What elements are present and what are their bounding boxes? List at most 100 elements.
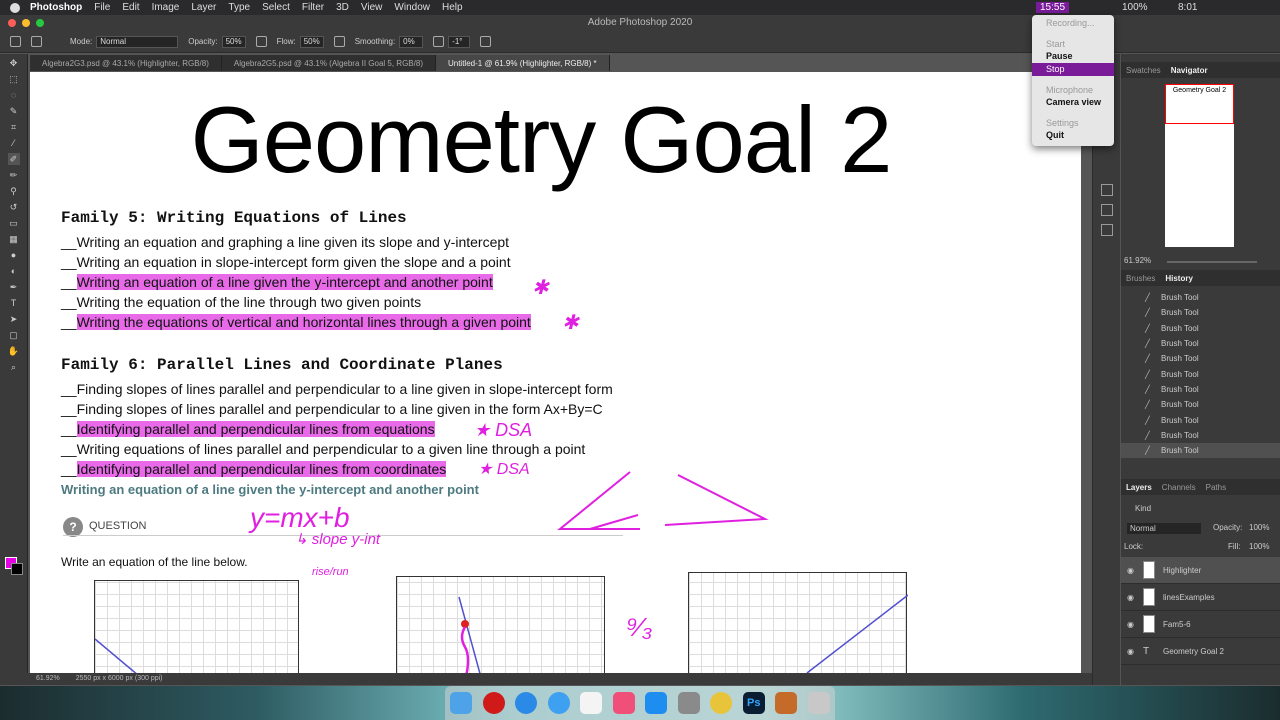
tab-untitled-1[interactable]: Untitled-1 @ 61.9% (Highlighter, RGB/8) … bbox=[435, 55, 610, 71]
visibility-eye-icon[interactable]: ◉ bbox=[1127, 647, 1137, 656]
menu-layer[interactable]: Layer bbox=[191, 2, 216, 13]
rectangle-tool-icon[interactable]: ▢ bbox=[8, 329, 20, 341]
flow-field[interactable]: 50% bbox=[299, 35, 324, 48]
pressure-opacity-icon[interactable] bbox=[255, 36, 267, 47]
mode-select[interactable]: Normal bbox=[96, 35, 179, 48]
layer-row[interactable]: ◉ Fam5-6 bbox=[1121, 611, 1280, 638]
menu-quit[interactable]: Quit bbox=[1032, 129, 1114, 142]
opera-icon[interactable] bbox=[482, 692, 505, 714]
visibility-eye-icon[interactable]: ◉ bbox=[1127, 593, 1137, 602]
messages-icon[interactable] bbox=[547, 692, 570, 714]
airbrush-icon[interactable] bbox=[333, 36, 345, 47]
menu-image[interactable]: Image bbox=[152, 2, 180, 13]
tab-channels[interactable]: Channels bbox=[1157, 483, 1201, 492]
tab-algebra2g3[interactable]: Algebra2G3.psd @ 43.1% (Highlighter, RGB… bbox=[30, 55, 222, 71]
history-brush-icon[interactable]: ↺ bbox=[8, 201, 20, 213]
zoom-icon[interactable] bbox=[36, 19, 44, 27]
history-item[interactable]: ╱ Brush Tool bbox=[1121, 366, 1280, 381]
layer-row[interactable]: ◉ linesExamples bbox=[1121, 584, 1280, 611]
visibility-eye-icon[interactable]: ◉ bbox=[1127, 620, 1137, 629]
tab-history[interactable]: History bbox=[1160, 274, 1198, 283]
tab-algebra2g5[interactable]: Algebra2G5.psd @ 43.1% (Algebra II Goal … bbox=[221, 55, 436, 71]
music-icon[interactable] bbox=[612, 692, 635, 714]
visibility-eye-icon[interactable]: ◉ bbox=[1127, 566, 1137, 575]
paths-icon[interactable] bbox=[1100, 224, 1113, 236]
history-item[interactable]: ╱ Brush Tool bbox=[1121, 290, 1280, 305]
symmetry-icon[interactable] bbox=[480, 36, 492, 47]
finder-icon[interactable] bbox=[450, 692, 473, 714]
gradient-icon[interactable]: ▦ bbox=[8, 233, 20, 245]
type-tool-icon[interactable]: T bbox=[8, 297, 20, 309]
menu-edit[interactable]: Edit bbox=[122, 2, 139, 13]
history-item-current[interactable]: ╱ Brush Tool bbox=[1121, 442, 1280, 459]
navigator-zoom-slider[interactable] bbox=[1167, 261, 1257, 263]
notes-icon[interactable] bbox=[580, 692, 603, 714]
app-store-icon[interactable] bbox=[645, 692, 668, 714]
close-icon[interactable] bbox=[8, 19, 16, 27]
blur-icon[interactable]: ● bbox=[8, 249, 20, 261]
move-tool-icon[interactable]: ✥ bbox=[8, 57, 20, 69]
dodge-icon[interactable]: ◐ bbox=[8, 265, 20, 277]
fill-field[interactable]: 100% bbox=[1249, 542, 1269, 551]
history-item[interactable]: ╱ Brush Tool bbox=[1121, 321, 1280, 336]
eraser-icon[interactable]: ▭ bbox=[8, 217, 20, 229]
menu-filter[interactable]: Filter bbox=[302, 2, 324, 13]
history-item[interactable]: ╱ Brush Tool bbox=[1121, 351, 1280, 366]
layer-kind-filter[interactable]: Kind bbox=[1135, 504, 1151, 513]
blend-mode-select[interactable]: Normal bbox=[1127, 523, 1201, 534]
menu-file[interactable]: File bbox=[94, 2, 110, 13]
apple-icon[interactable] bbox=[10, 2, 20, 13]
tab-layers[interactable]: Layers bbox=[1121, 483, 1157, 492]
app-name[interactable]: Photoshop bbox=[30, 2, 82, 13]
menu-camera-view[interactable]: Camera view bbox=[1032, 96, 1114, 109]
menu-view[interactable]: View bbox=[361, 2, 383, 13]
navigator-thumbnail[interactable]: Geometry Goal 2 bbox=[1165, 84, 1234, 247]
brush-settings-icon[interactable] bbox=[1100, 184, 1113, 196]
menu-stop[interactable]: Stop bbox=[1032, 63, 1114, 76]
documents-folder-icon[interactable] bbox=[775, 692, 798, 714]
tools-icon[interactable] bbox=[1100, 204, 1113, 216]
stamp-tool-icon[interactable]: ⚲ bbox=[8, 185, 20, 197]
zoom-tool-icon[interactable]: ⌕ bbox=[8, 361, 20, 373]
tab-navigator[interactable]: Navigator bbox=[1166, 66, 1213, 75]
navigator-zoom[interactable]: 61.92% bbox=[1124, 256, 1151, 265]
trash-icon[interactable] bbox=[807, 692, 830, 714]
history-item[interactable]: ╱ Brush Tool bbox=[1121, 336, 1280, 351]
tab-swatches[interactable]: Swatches bbox=[1121, 66, 1166, 75]
hand-tool-icon[interactable]: ✋ bbox=[8, 345, 20, 357]
brush-tool-icon[interactable]: ✐ bbox=[7, 153, 20, 165]
history-item[interactable]: ╱ Brush Tool bbox=[1121, 397, 1280, 412]
gear-icon[interactable] bbox=[433, 36, 445, 47]
pencil-icon[interactable]: ✏ bbox=[8, 169, 20, 181]
home-icon[interactable] bbox=[10, 36, 21, 47]
photoshop-icon[interactable]: Ps bbox=[742, 692, 765, 714]
menu-select[interactable]: Select bbox=[262, 2, 290, 13]
smoothing-field[interactable]: 0% bbox=[399, 35, 424, 48]
history-item[interactable]: ╱ Brush Tool bbox=[1121, 428, 1280, 443]
safari-icon[interactable] bbox=[515, 692, 538, 714]
lasso-tool-icon[interactable]: ◌ bbox=[8, 89, 20, 101]
angle-field[interactable]: -1° bbox=[448, 35, 471, 48]
brush-preset-icon[interactable] bbox=[31, 36, 42, 47]
tab-paths[interactable]: Paths bbox=[1201, 483, 1231, 492]
history-item[interactable]: ╱ Brush Tool bbox=[1121, 412, 1280, 427]
menu-window[interactable]: Window bbox=[394, 2, 430, 13]
marquee-tool-icon[interactable]: ⬚ bbox=[8, 73, 20, 85]
history-item[interactable]: ╱ Brush Tool bbox=[1121, 305, 1280, 320]
crop-tool-icon[interactable]: ⌗ bbox=[8, 121, 20, 133]
layer-row[interactable]: ◉ T Geometry Goal 2 bbox=[1121, 638, 1280, 665]
minimize-icon[interactable] bbox=[22, 19, 30, 27]
recording-timer[interactable]: 15:55 bbox=[1036, 2, 1070, 13]
eyedropper-icon[interactable]: ⁄ bbox=[8, 137, 20, 149]
chrome-icon[interactable] bbox=[710, 692, 733, 714]
opacity-field[interactable]: 50% bbox=[221, 35, 246, 48]
navigator-viewport[interactable] bbox=[1165, 84, 1234, 124]
layer-row-selected[interactable]: ◉ Highlighter bbox=[1121, 557, 1280, 584]
layer-opacity-field[interactable]: 100% bbox=[1249, 523, 1269, 532]
tab-brushes[interactable]: Brushes bbox=[1121, 274, 1160, 283]
system-preferences-icon[interactable] bbox=[677, 692, 700, 714]
menu-3d[interactable]: 3D bbox=[336, 2, 349, 13]
pen-tool-icon[interactable]: ✒ bbox=[8, 281, 20, 293]
menu-pause[interactable]: Pause bbox=[1032, 50, 1114, 63]
quick-select-icon[interactable]: ✎ bbox=[8, 105, 20, 117]
